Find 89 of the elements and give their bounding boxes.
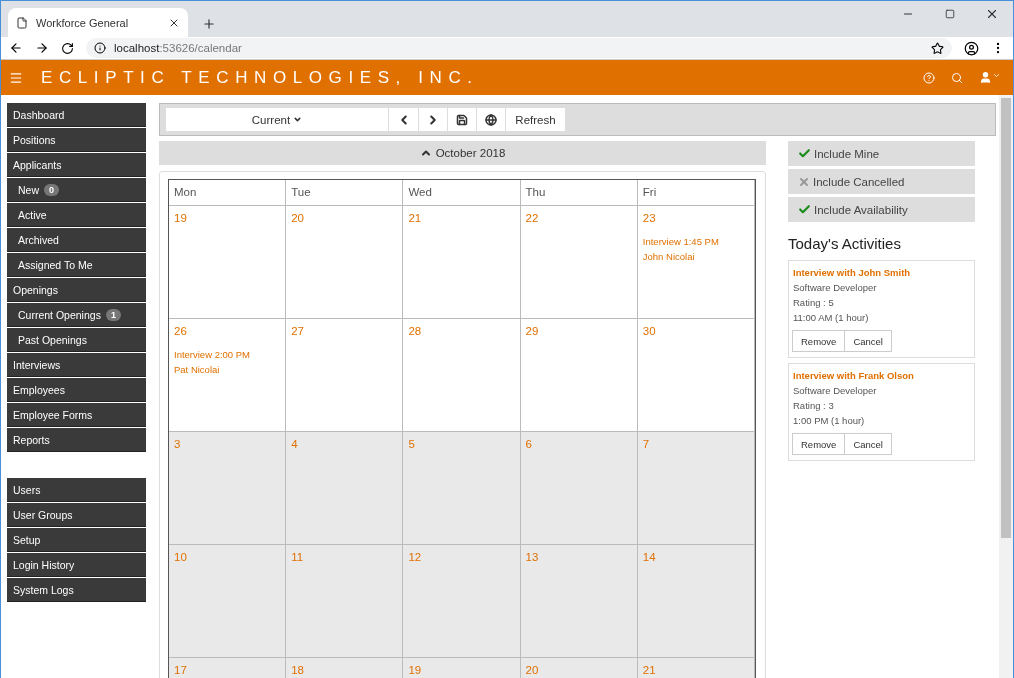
- refresh-button[interactable]: Refresh: [506, 107, 566, 132]
- activity-rating: Rating : 5: [793, 296, 835, 309]
- activity-position: Software Developer: [793, 384, 878, 397]
- back-icon[interactable]: [9, 41, 23, 55]
- forward-icon[interactable]: [35, 41, 49, 55]
- activity-button[interactable]: Cancel: [844, 330, 892, 352]
- day-number: 5: [408, 438, 415, 450]
- sidebar-item[interactable]: Users: [7, 478, 146, 502]
- sidebar-item[interactable]: Setup: [7, 528, 146, 552]
- activity-rating: Rating : 3: [793, 399, 835, 412]
- search-icon[interactable]: [951, 71, 963, 84]
- sidebar-item[interactable]: Current Openings 1: [7, 303, 146, 327]
- sidebar-item[interactable]: Active: [7, 203, 146, 227]
- activity-time: 11:00 AM (1 hour): [793, 311, 870, 324]
- day-number: 21: [642, 664, 656, 676]
- page-icon: [16, 16, 28, 29]
- day-number: 26: [174, 325, 187, 337]
- day-number: 19: [174, 212, 187, 224]
- globe-icon: [485, 113, 497, 126]
- brand-title: ECLIPTIC TECHNOLOGIES, INC.: [41, 67, 479, 88]
- info-icon: [94, 42, 106, 54]
- maximize-icon: [945, 9, 955, 19]
- day-number: 10: [174, 551, 187, 563]
- sidebar-item[interactable]: Applicants: [7, 153, 146, 177]
- sidebar-item[interactable]: New 0: [7, 178, 146, 202]
- sidebar-item[interactable]: Past Openings: [7, 328, 146, 352]
- close-icon: [985, 7, 999, 21]
- address-field[interactable]: localhost:53626/calendar: [86, 38, 952, 58]
- month-title: October 2018: [435, 147, 506, 159]
- day-number: 4: [291, 438, 298, 450]
- sidebar-item[interactable]: Reports: [7, 428, 146, 452]
- day-number: 3: [174, 438, 181, 450]
- day-number: 22: [525, 212, 539, 224]
- account-icon[interactable]: [964, 40, 979, 56]
- activity-button[interactable]: Remove: [792, 433, 846, 455]
- save-icon: [456, 113, 468, 126]
- sidebar-item[interactable]: Positions: [7, 128, 146, 152]
- day-number: 6: [525, 438, 532, 450]
- day-number: 14: [642, 551, 656, 563]
- day-number: 20: [525, 664, 539, 676]
- sidebar-item[interactable]: Archived: [7, 228, 146, 252]
- filter-toggle[interactable]: Include Cancelled: [788, 169, 975, 194]
- day-number: 23: [642, 212, 656, 224]
- count-badge: 0: [44, 183, 60, 196]
- browser-tab[interactable]: Workforce General: [8, 8, 188, 37]
- day-number: 20: [291, 212, 304, 224]
- activity-position: Software Developer: [793, 281, 878, 294]
- globe-button[interactable]: [477, 107, 506, 132]
- sidebar-item[interactable]: Employees: [7, 378, 146, 402]
- star-icon: [931, 41, 944, 55]
- caret-icon: [293, 115, 303, 124]
- activity-button[interactable]: Remove: [792, 330, 846, 352]
- sidebar-item[interactable]: Openings: [7, 278, 146, 302]
- day-number: 7: [642, 438, 650, 450]
- next-button[interactable]: [419, 107, 448, 132]
- day-number: 27: [291, 325, 304, 337]
- sidebar-item[interactable]: Dashboard: [7, 103, 146, 127]
- sidebar-item[interactable]: Login History: [7, 553, 146, 577]
- save-button[interactable]: [448, 107, 477, 132]
- day-number: 28: [408, 325, 422, 337]
- day-number: 11: [291, 551, 304, 563]
- plus-icon: [202, 17, 216, 31]
- day-number: 19: [408, 664, 422, 676]
- day-number: 13: [525, 551, 539, 563]
- sidebar-item[interactable]: User Groups: [7, 503, 146, 527]
- scroll-thumb[interactable]: [1001, 98, 1011, 538]
- activity-time: 1:00 PM (1 hour): [793, 414, 866, 427]
- user-menu-icon[interactable]: [979, 71, 1001, 84]
- sidebar-item[interactable]: Employee Forms: [7, 403, 146, 427]
- day-number: 21: [408, 212, 422, 224]
- help-icon[interactable]: [923, 71, 935, 84]
- reload-icon[interactable]: [61, 41, 74, 55]
- day-number: 17: [174, 664, 187, 676]
- month-header[interactable]: October 2018: [159, 141, 766, 165]
- sidebar-item[interactable]: Interviews: [7, 353, 146, 377]
- filter-toggle[interactable]: Include Mine: [788, 141, 975, 166]
- sidebar-item[interactable]: System Logs: [7, 578, 146, 602]
- filter-toggle[interactable]: Include Availability: [788, 197, 975, 222]
- activities-heading: Today's Activities: [788, 235, 902, 252]
- period-dropdown[interactable]: Current: [165, 107, 389, 132]
- day-number: 29: [525, 325, 539, 337]
- sidebar-item[interactable]: Assigned To Me: [7, 253, 146, 277]
- activity-button[interactable]: Cancel: [844, 433, 892, 455]
- day-number: 18: [291, 664, 304, 676]
- count-badge: 1: [105, 308, 121, 321]
- day-number: 12: [408, 551, 422, 563]
- scrollbar[interactable]: [999, 95, 1013, 678]
- day-number: 30: [642, 325, 656, 337]
- previous-button[interactable]: [389, 107, 419, 132]
